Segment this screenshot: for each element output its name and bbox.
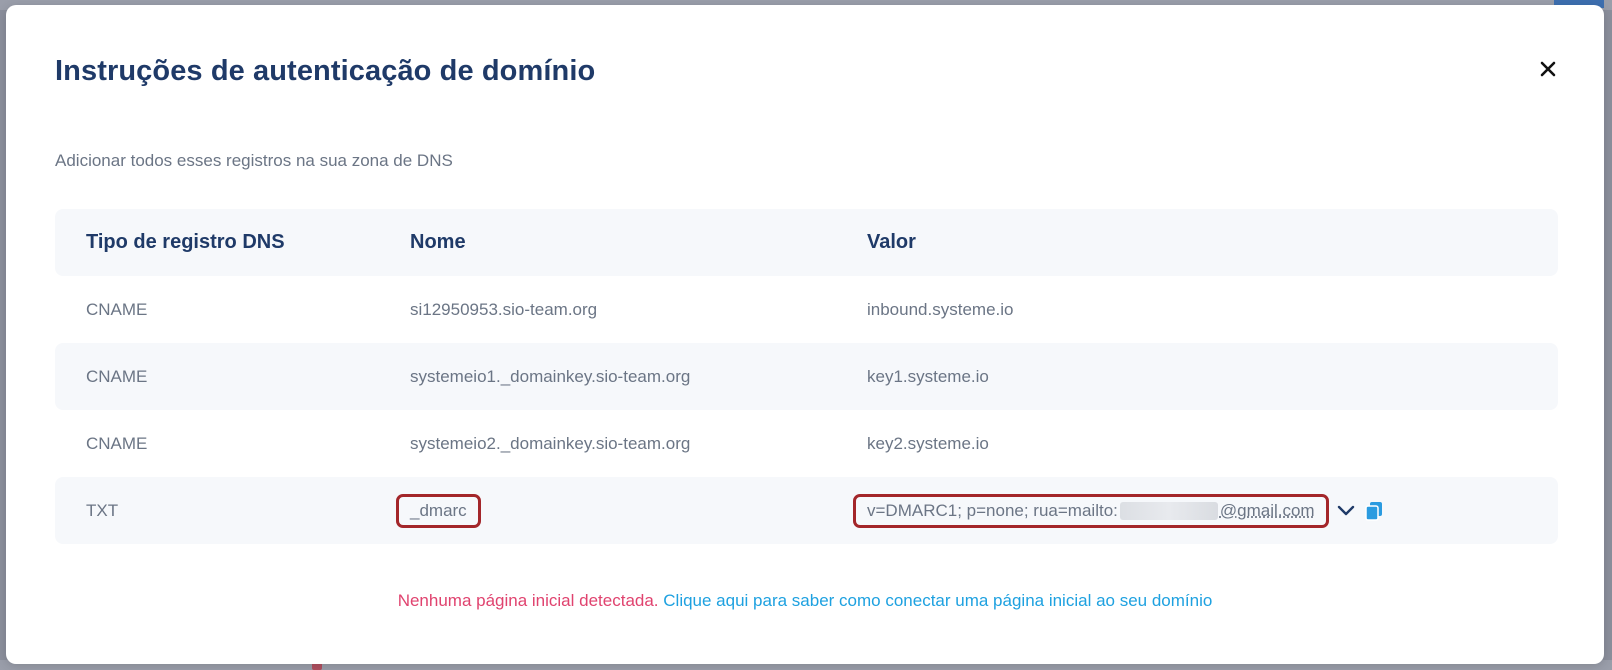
record-value: inbound.systeme.io: [867, 299, 1014, 319]
record-name: systemeio1._domainkey.sio-team.org: [410, 366, 691, 386]
connect-homepage-link[interactable]: Clique aqui para saber como conectar uma…: [663, 591, 1212, 610]
record-value: key1.systeme.io: [867, 366, 989, 386]
header-value: Valor: [867, 231, 916, 253]
expand-value-button[interactable]: [1337, 502, 1355, 520]
record-type: CNAME: [86, 366, 148, 386]
record-type: CNAME: [86, 433, 148, 453]
dns-records-table: Tipo de registro DNS Nome Valor CNAME si…: [55, 209, 1558, 544]
redacted-email-mask: [1119, 502, 1218, 521]
table-row: CNAME systemeio2._domainkey.sio-team.org…: [55, 410, 1558, 477]
domain-auth-modal: Instruções de autenticação de domínio Ad…: [6, 5, 1604, 664]
record-type: CNAME: [86, 299, 148, 319]
chevron-down-icon: [1337, 505, 1354, 515]
table-row: CNAME si12950953.sio-team.org inbound.sy…: [55, 276, 1558, 343]
copy-value-button[interactable]: [1364, 501, 1383, 521]
copy-icon: [1364, 501, 1382, 521]
record-value-cell: v=DMARC1; p=none; rua=mailto: @gmail.com: [853, 477, 1383, 544]
header-record-type: Tipo de registro DNS: [86, 231, 285, 253]
no-homepage-warning: Nenhuma página inicial detectada.: [397, 591, 659, 610]
highlighted-record-value: v=DMARC1; p=none; rua=mailto: @gmail.com: [853, 493, 1329, 528]
homepage-warning: Nenhuma página inicial detectada. Clique…: [6, 591, 1604, 611]
modal-title: Instruções de autenticação de domínio: [55, 55, 596, 87]
table-row: TXT _dmarc v=DMARC1; p=none; rua=mailto:…: [55, 477, 1558, 544]
value-suffix: @gmail.com: [1219, 500, 1315, 520]
header-name: Nome: [410, 231, 466, 253]
table-header-row: Tipo de registro DNS Nome Valor: [55, 209, 1558, 276]
close-button[interactable]: [1530, 51, 1566, 87]
record-type: TXT: [86, 500, 119, 520]
value-prefix: v=DMARC1; p=none; rua=mailto:: [867, 500, 1118, 520]
modal-subtitle: Adicionar todos esses registros na sua z…: [55, 151, 453, 170]
record-name: si12950953.sio-team.org: [410, 299, 598, 319]
record-value: key2.systeme.io: [867, 433, 989, 453]
record-name: systemeio2._domainkey.sio-team.org: [410, 433, 691, 453]
record-name-cell: _dmarc: [396, 477, 481, 544]
close-icon: [1540, 61, 1556, 77]
table-row: CNAME systemeio1._domainkey.sio-team.org…: [55, 343, 1558, 410]
highlighted-record-name: _dmarc: [396, 493, 481, 528]
